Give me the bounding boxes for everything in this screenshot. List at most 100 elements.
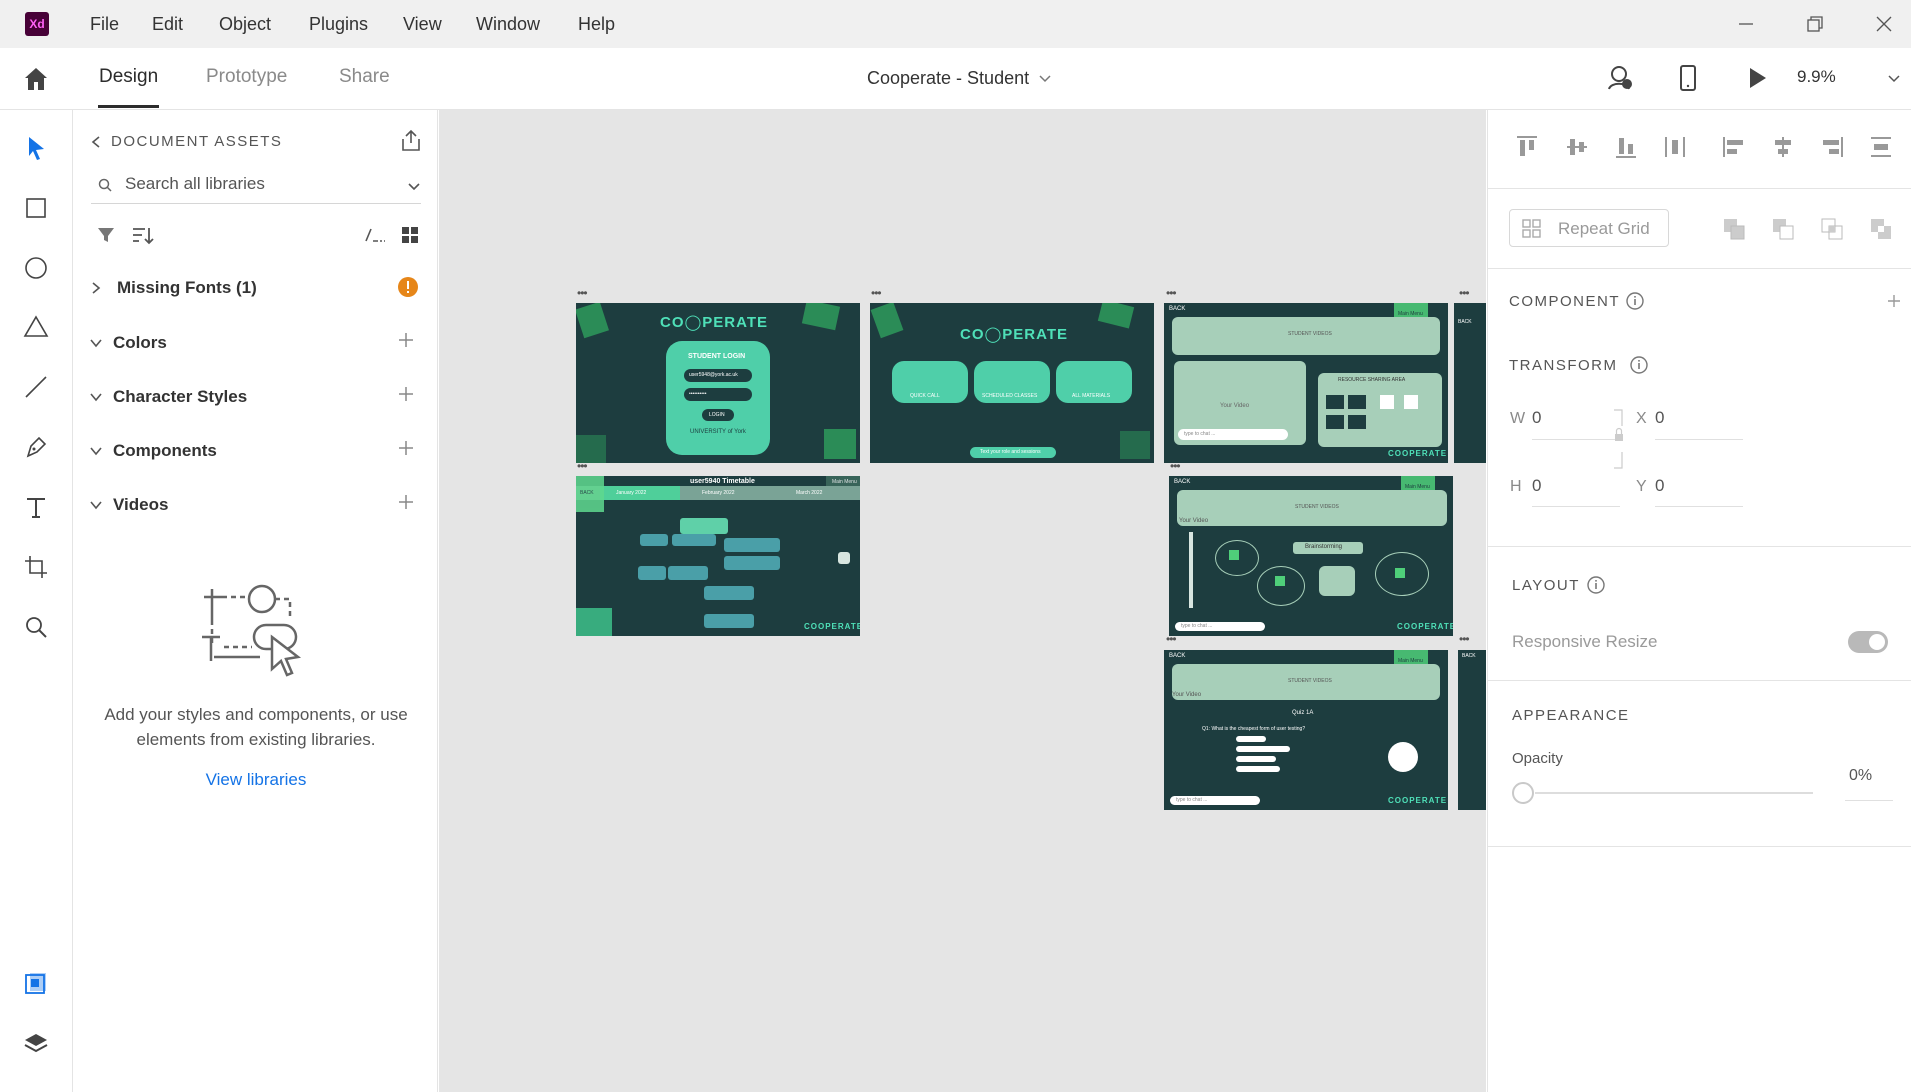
share-export-icon[interactable] [398,128,424,154]
view-libraries-link[interactable]: View libraries [74,770,438,790]
add-component-icon[interactable] [396,438,416,458]
responsive-resize-toggle[interactable] [1848,631,1888,653]
tile-label: ALL MATERIALS [1072,393,1111,399]
pen-tool-icon[interactable] [22,433,50,461]
zoom-level[interactable]: 9.9% [1797,67,1836,87]
quiz-option [1236,766,1280,772]
minimize-icon[interactable] [1734,12,1758,36]
exclude-shapes-icon[interactable] [1868,216,1894,242]
opacity-field[interactable]: 0% [1849,767,1872,785]
menu-plugins[interactable]: Plugins [309,14,368,35]
artboard-handle[interactable]: ••• [1170,460,1181,472]
artboard-resource-sharing[interactable]: BACK Main Menu STUDENT VIDEOS Your Video… [1164,303,1448,463]
artboard-brainstorm[interactable]: BACK Main Menu STUDENT VIDEOS Your Video… [1169,476,1453,636]
close-icon[interactable] [1872,12,1896,36]
distribute-vertical-icon[interactable] [1868,134,1894,160]
ellipse-tool-icon[interactable] [22,254,50,282]
artboard-handle[interactable]: ••• [871,287,882,299]
mobile-preview-icon[interactable] [1676,63,1700,93]
artboard-handle[interactable]: ••• [1459,287,1470,299]
tab-share[interactable]: Share [339,66,390,88]
search-input[interactable] [125,171,395,197]
artboard-handle[interactable]: ••• [1166,287,1177,299]
artboard-home[interactable]: CO◯PERATE QUICK CALL SCHEDULED CLASSES A… [870,303,1154,463]
quiz-option [1236,736,1266,742]
tab-design[interactable]: Design [99,66,158,88]
library-dropdown-icon[interactable] [407,180,421,194]
align-left-icon[interactable] [1721,134,1747,160]
info-icon[interactable] [1586,575,1606,595]
artboard-handle[interactable]: ••• [577,287,588,299]
info-icon[interactable] [1629,355,1649,375]
artboard-partial-bottom[interactable]: BACK [1458,650,1486,810]
lock-aspect-icon[interactable] [1612,408,1626,470]
artboard-handle[interactable]: ••• [1459,633,1470,645]
sort-icon[interactable] [131,225,155,247]
align-center-icon[interactable] [1770,134,1796,160]
artboard-handle[interactable]: ••• [1166,633,1177,645]
artboard-tool-icon[interactable] [22,553,50,581]
canvas[interactable]: ••• CO◯PERATE STUDENT LOGIN user5948@yor… [439,110,1486,1092]
rectangle-tool-icon[interactable] [22,194,50,222]
add-character-style-icon[interactable] [396,384,416,404]
polygon-tool-icon[interactable] [22,313,50,341]
menu-window[interactable]: Window [476,14,540,35]
zoom-dropdown-icon[interactable] [1887,72,1901,86]
menu-view[interactable]: View [403,14,442,35]
artboard-partial-top[interactable]: BACK [1454,303,1486,463]
line-tool-icon[interactable] [22,373,50,401]
menu-help[interactable]: Help [578,14,615,35]
y-field[interactable]: 0 [1655,476,1664,496]
decor-shape [1120,431,1150,459]
chevron-down-icon[interactable] [1038,72,1052,86]
section-character-styles[interactable]: Character Styles [74,382,438,412]
x-field[interactable]: 0 [1655,408,1664,428]
list-view-icon[interactable] [364,225,386,245]
restore-icon[interactable] [1803,12,1827,36]
add-component-icon[interactable] [1886,293,1902,309]
add-color-icon[interactable] [396,330,416,350]
zoom-tool-icon[interactable] [22,613,50,641]
align-top-icon[interactable] [1514,134,1540,160]
section-missing-fonts[interactable]: Missing Fonts (1) [74,273,438,303]
document-title[interactable]: Cooperate - Student [867,68,1029,89]
opacity-slider-knob[interactable] [1512,782,1534,804]
repeat-grid-button[interactable]: Repeat Grid [1509,209,1669,247]
play-icon[interactable] [1743,64,1771,92]
align-middle-icon[interactable] [1564,134,1590,160]
section-components[interactable]: Components [74,436,438,466]
back-chevron-icon[interactable] [90,135,102,149]
text-tool-icon[interactable] [22,493,50,521]
select-tool-icon[interactable] [22,134,50,162]
artboard-handle[interactable]: ••• [577,460,588,472]
add-video-icon[interactable] [396,492,416,512]
align-right-icon[interactable] [1819,134,1845,160]
artboard-timetable[interactable]: user5940 Timetable Main Menu January 202… [576,476,860,636]
add-shapes-icon[interactable] [1721,216,1747,242]
info-icon[interactable] [1625,291,1645,311]
invite-user-icon[interactable] [1605,63,1635,93]
toggle-knob [1869,634,1885,650]
align-bottom-icon[interactable] [1613,134,1639,160]
your-video-label: Your Video [1220,403,1250,409]
back-link: BACK [1174,479,1191,485]
menu-edit[interactable]: Edit [152,14,183,35]
opacity-slider[interactable] [1535,792,1813,794]
tab-prototype[interactable]: Prototype [206,66,287,88]
intersect-shapes-icon[interactable] [1819,216,1845,242]
assets-panel-icon[interactable] [22,970,50,998]
filter-icon[interactable] [96,225,116,245]
home-icon[interactable] [21,64,51,94]
distribute-horizontal-icon[interactable] [1662,134,1688,160]
subtract-shapes-icon[interactable] [1770,216,1796,242]
layers-icon[interactable] [22,1030,50,1058]
section-colors[interactable]: Colors [74,328,438,358]
height-field[interactable]: 0 [1532,476,1541,496]
artboard-login[interactable]: CO◯PERATE STUDENT LOGIN user5948@york.ac… [576,303,860,463]
grid-view-icon[interactable] [401,226,419,244]
section-videos[interactable]: Videos [74,490,438,520]
menu-object[interactable]: Object [219,14,271,35]
menu-file[interactable]: File [90,14,119,35]
width-field[interactable]: 0 [1532,408,1541,428]
artboard-quiz[interactable]: BACK Main Menu STUDENT VIDEOS Your Video… [1164,650,1448,810]
